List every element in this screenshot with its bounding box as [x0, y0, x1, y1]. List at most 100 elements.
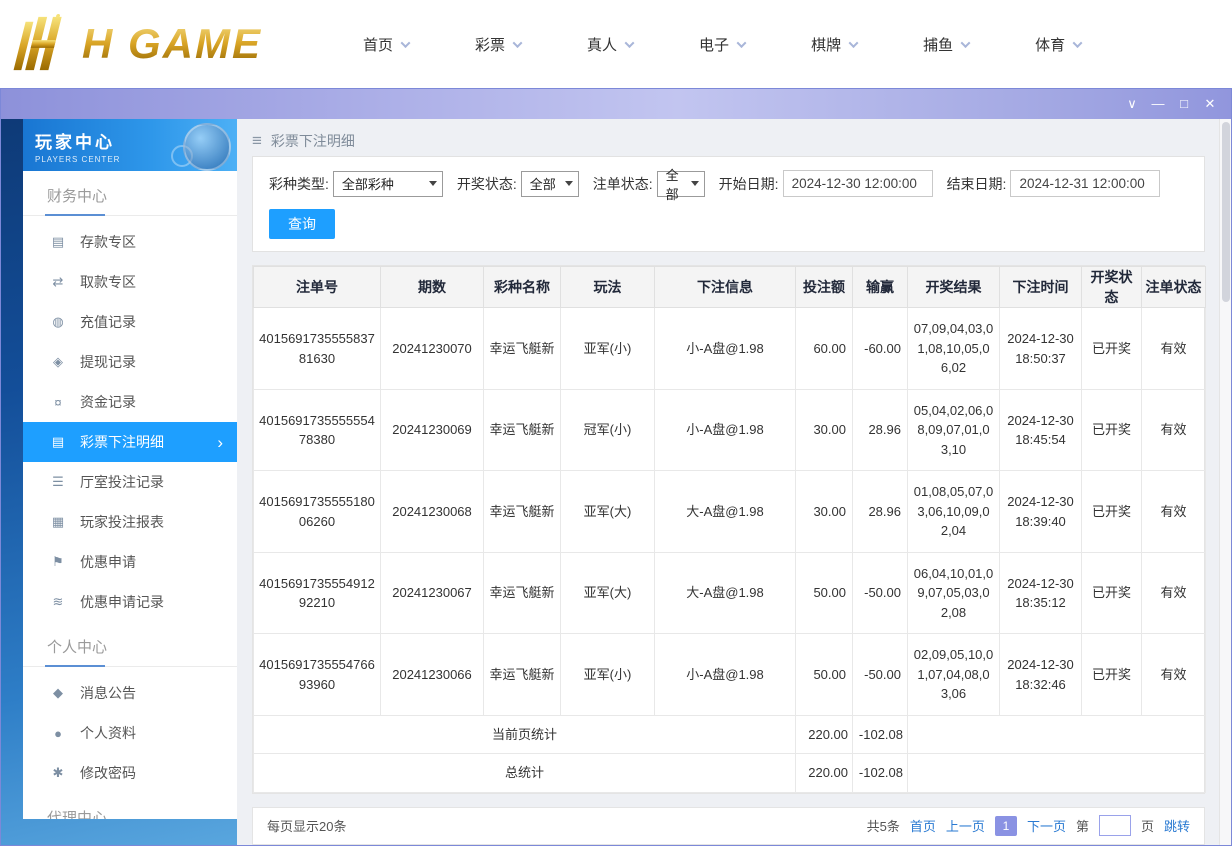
nav-item-fishing[interactable]: 捕鱼	[890, 34, 1002, 55]
window-close-button[interactable]: ✕	[1197, 90, 1223, 118]
sidebar-item-recharge-record[interactable]: ◍ 充值记录	[23, 302, 237, 342]
cell-bet-info: 小-A盘@1.98	[655, 308, 796, 390]
sidebar-item-announcement[interactable]: ◆ 消息公告	[23, 673, 237, 713]
cell-draw-status: 已开奖	[1082, 471, 1142, 553]
next-page-link[interactable]: 下一页	[1027, 816, 1066, 835]
lottery-type-select[interactable]: 全部彩种	[333, 171, 443, 197]
header-order-status: 注单状态	[1142, 267, 1206, 308]
logo-text: H GAME	[82, 20, 262, 68]
logo-mark-icon	[12, 14, 76, 74]
header-order-no: 注单号	[254, 267, 381, 308]
end-date-input[interactable]	[1010, 170, 1160, 197]
prev-page-link[interactable]: 上一页	[946, 816, 985, 835]
cell-draw-status: 已开奖	[1082, 389, 1142, 471]
sidebar-item-promo-record[interactable]: ≋ 优惠申请记录	[23, 582, 237, 622]
sidebar-menu: 财务中心 ▤ 存款专区 ⇄ 取款专区 ◍ 充值记录 ◈ 提现记录	[23, 171, 237, 819]
jump-button[interactable]: 跳转	[1164, 816, 1190, 835]
table-row: 401569173555518006260 20241230068 幸运飞艇新 …	[254, 471, 1206, 553]
header-bet-amount: 投注额	[796, 267, 853, 308]
withdraw-icon: ⇄	[49, 274, 67, 290]
window-collapse-button[interactable]: ∨	[1119, 90, 1145, 118]
nav-item-lottery[interactable]: 彩票	[442, 34, 554, 55]
logo[interactable]: H GAME	[12, 14, 302, 74]
cell-period: 20241230069	[381, 389, 484, 471]
cell-lottery-name: 幸运飞艇新	[484, 308, 561, 390]
window-maximize-button[interactable]: □	[1171, 90, 1197, 118]
sidebar-item-deposit[interactable]: ▤ 存款专区	[23, 222, 237, 262]
table-row: 401569173555491292210 20241230067 幸运飞艇新 …	[254, 552, 1206, 634]
cell-draw-status: 已开奖	[1082, 634, 1142, 716]
cell-order-no: 401569173555555478380	[254, 389, 381, 471]
table-row: 401569173555476693960 20241230066 幸运飞艇新 …	[254, 634, 1206, 716]
query-button[interactable]: 查询	[269, 209, 335, 239]
menu-toggle-icon[interactable]: ≡	[252, 131, 262, 151]
cell-lottery-name: 幸运飞艇新	[484, 634, 561, 716]
top-header: H GAME 首页 彩票 真人 电子 棋牌 捕鱼 体育	[0, 0, 1232, 88]
promo-record-icon: ≋	[49, 594, 67, 610]
first-page-link[interactable]: 首页	[910, 816, 936, 835]
window-minimize-button[interactable]: —	[1145, 90, 1171, 118]
header-draw-status: 开奖状态	[1082, 267, 1142, 308]
promo-apply-icon: ⚑	[49, 554, 67, 570]
header-play: 玩法	[561, 267, 655, 308]
total-count-text: 共5条	[867, 816, 900, 835]
cell-draw-result: 06,04,10,01,09,07,05,03,02,08	[908, 552, 1000, 634]
sidebar-item-withdraw[interactable]: ⇄ 取款专区	[23, 262, 237, 302]
filter-panel: 彩种类型: 全部彩种 开奖状态: 全部 注单状态: 全部	[252, 156, 1205, 252]
draw-status-select[interactable]: 全部	[521, 171, 579, 197]
breadcrumb: ≡ 彩票下注明细	[252, 125, 1205, 156]
sidebar-item-change-password[interactable]: ✱ 修改密码	[23, 753, 237, 793]
scrollbar-thumb[interactable]	[1222, 122, 1230, 302]
summary-empty	[908, 754, 1206, 793]
cell-draw-result: 05,04,02,06,08,09,07,01,03,10	[908, 389, 1000, 471]
player-bet-report-icon: ▦	[49, 514, 67, 530]
cell-bet-time: 2024-12-30 18:45:54	[1000, 389, 1082, 471]
cell-win-loss: -50.00	[853, 634, 908, 716]
pagination-bar: 每页显示20条 共5条 首页 上一页 1 下一页 第 页 跳转	[252, 807, 1205, 845]
nav-item-electronic[interactable]: 电子	[666, 34, 778, 55]
total-summary-row: 总统计 220.00 -102.08	[254, 754, 1206, 793]
cell-play: 冠军(小)	[561, 389, 655, 471]
nav-item-board-games[interactable]: 棋牌	[778, 34, 890, 55]
sidebar-item-profile[interactable]: ● 个人资料	[23, 713, 237, 753]
chevron-down-icon	[565, 181, 573, 186]
bet-detail-table-panel: 注单号 期数 彩种名称 玩法 下注信息 投注额 输赢 开奖结果 下注时间 开奖状…	[252, 265, 1205, 794]
section-title-finance: 财务中心	[23, 171, 237, 216]
current-page-indicator[interactable]: 1	[995, 816, 1017, 836]
withdraw-record-icon: ◈	[49, 354, 67, 370]
lottery-type-label: 彩种类型:	[269, 174, 329, 194]
sidebar-item-funds-record[interactable]: ¤ 资金记录	[23, 382, 237, 422]
sidebar-item-hall-bet-record[interactable]: ☰ 厅室投注记录	[23, 462, 237, 502]
sidebar-item-player-bet-report[interactable]: ▦ 玩家投注报表	[23, 502, 237, 542]
cell-play: 亚军(大)	[561, 552, 655, 634]
page-title: 彩票下注明细	[271, 131, 355, 151]
summary-win-loss: -102.08	[853, 715, 908, 754]
hall-bet-record-icon: ☰	[49, 474, 67, 490]
sidebar: 玩家中心 PLAYERS CENTER 财务中心 ▤ 存款专区 ⇄ 取款专区 ◍…	[1, 119, 237, 845]
nav-item-home[interactable]: 首页	[330, 34, 442, 55]
cell-bet-info: 大-A盘@1.98	[655, 552, 796, 634]
main-content: ≡ 彩票下注明细 彩种类型: 全部彩种 开奖状态: 全部 注单状态:	[237, 119, 1219, 845]
nav-item-sports[interactable]: 体育	[1002, 34, 1114, 55]
sidebar-item-lottery-bet-detail[interactable]: ▤ 彩票下注明细 ›	[23, 422, 237, 462]
sidebar-item-promo-apply[interactable]: ⚑ 优惠申请	[23, 542, 237, 582]
summary-bet-amount: 220.00	[796, 754, 853, 793]
cell-order-status: 有效	[1142, 389, 1206, 471]
cell-period: 20241230067	[381, 552, 484, 634]
cell-play: 亚军(小)	[561, 634, 655, 716]
cell-draw-result: 02,09,05,10,01,07,04,08,03,06	[908, 634, 1000, 716]
current-page-summary-row: 当前页统计 220.00 -102.08	[254, 715, 1206, 754]
announcement-icon: ◆	[49, 685, 67, 701]
cell-draw-status: 已开奖	[1082, 552, 1142, 634]
nav-item-live[interactable]: 真人	[554, 34, 666, 55]
page-jump-input[interactable]	[1099, 815, 1131, 836]
order-status-select[interactable]: 全部	[657, 171, 705, 197]
cell-bet-time: 2024-12-30 18:32:46	[1000, 634, 1082, 716]
vertical-scrollbar[interactable]	[1219, 119, 1231, 845]
sidebar-item-withdraw-record[interactable]: ◈ 提现记录	[23, 342, 237, 382]
cell-win-loss: 28.96	[853, 389, 908, 471]
cell-bet-time: 2024-12-30 18:50:37	[1000, 308, 1082, 390]
table-row: 401569173555583781630 20241230070 幸运飞艇新 …	[254, 308, 1206, 390]
cell-period: 20241230070	[381, 308, 484, 390]
start-date-input[interactable]	[783, 170, 933, 197]
